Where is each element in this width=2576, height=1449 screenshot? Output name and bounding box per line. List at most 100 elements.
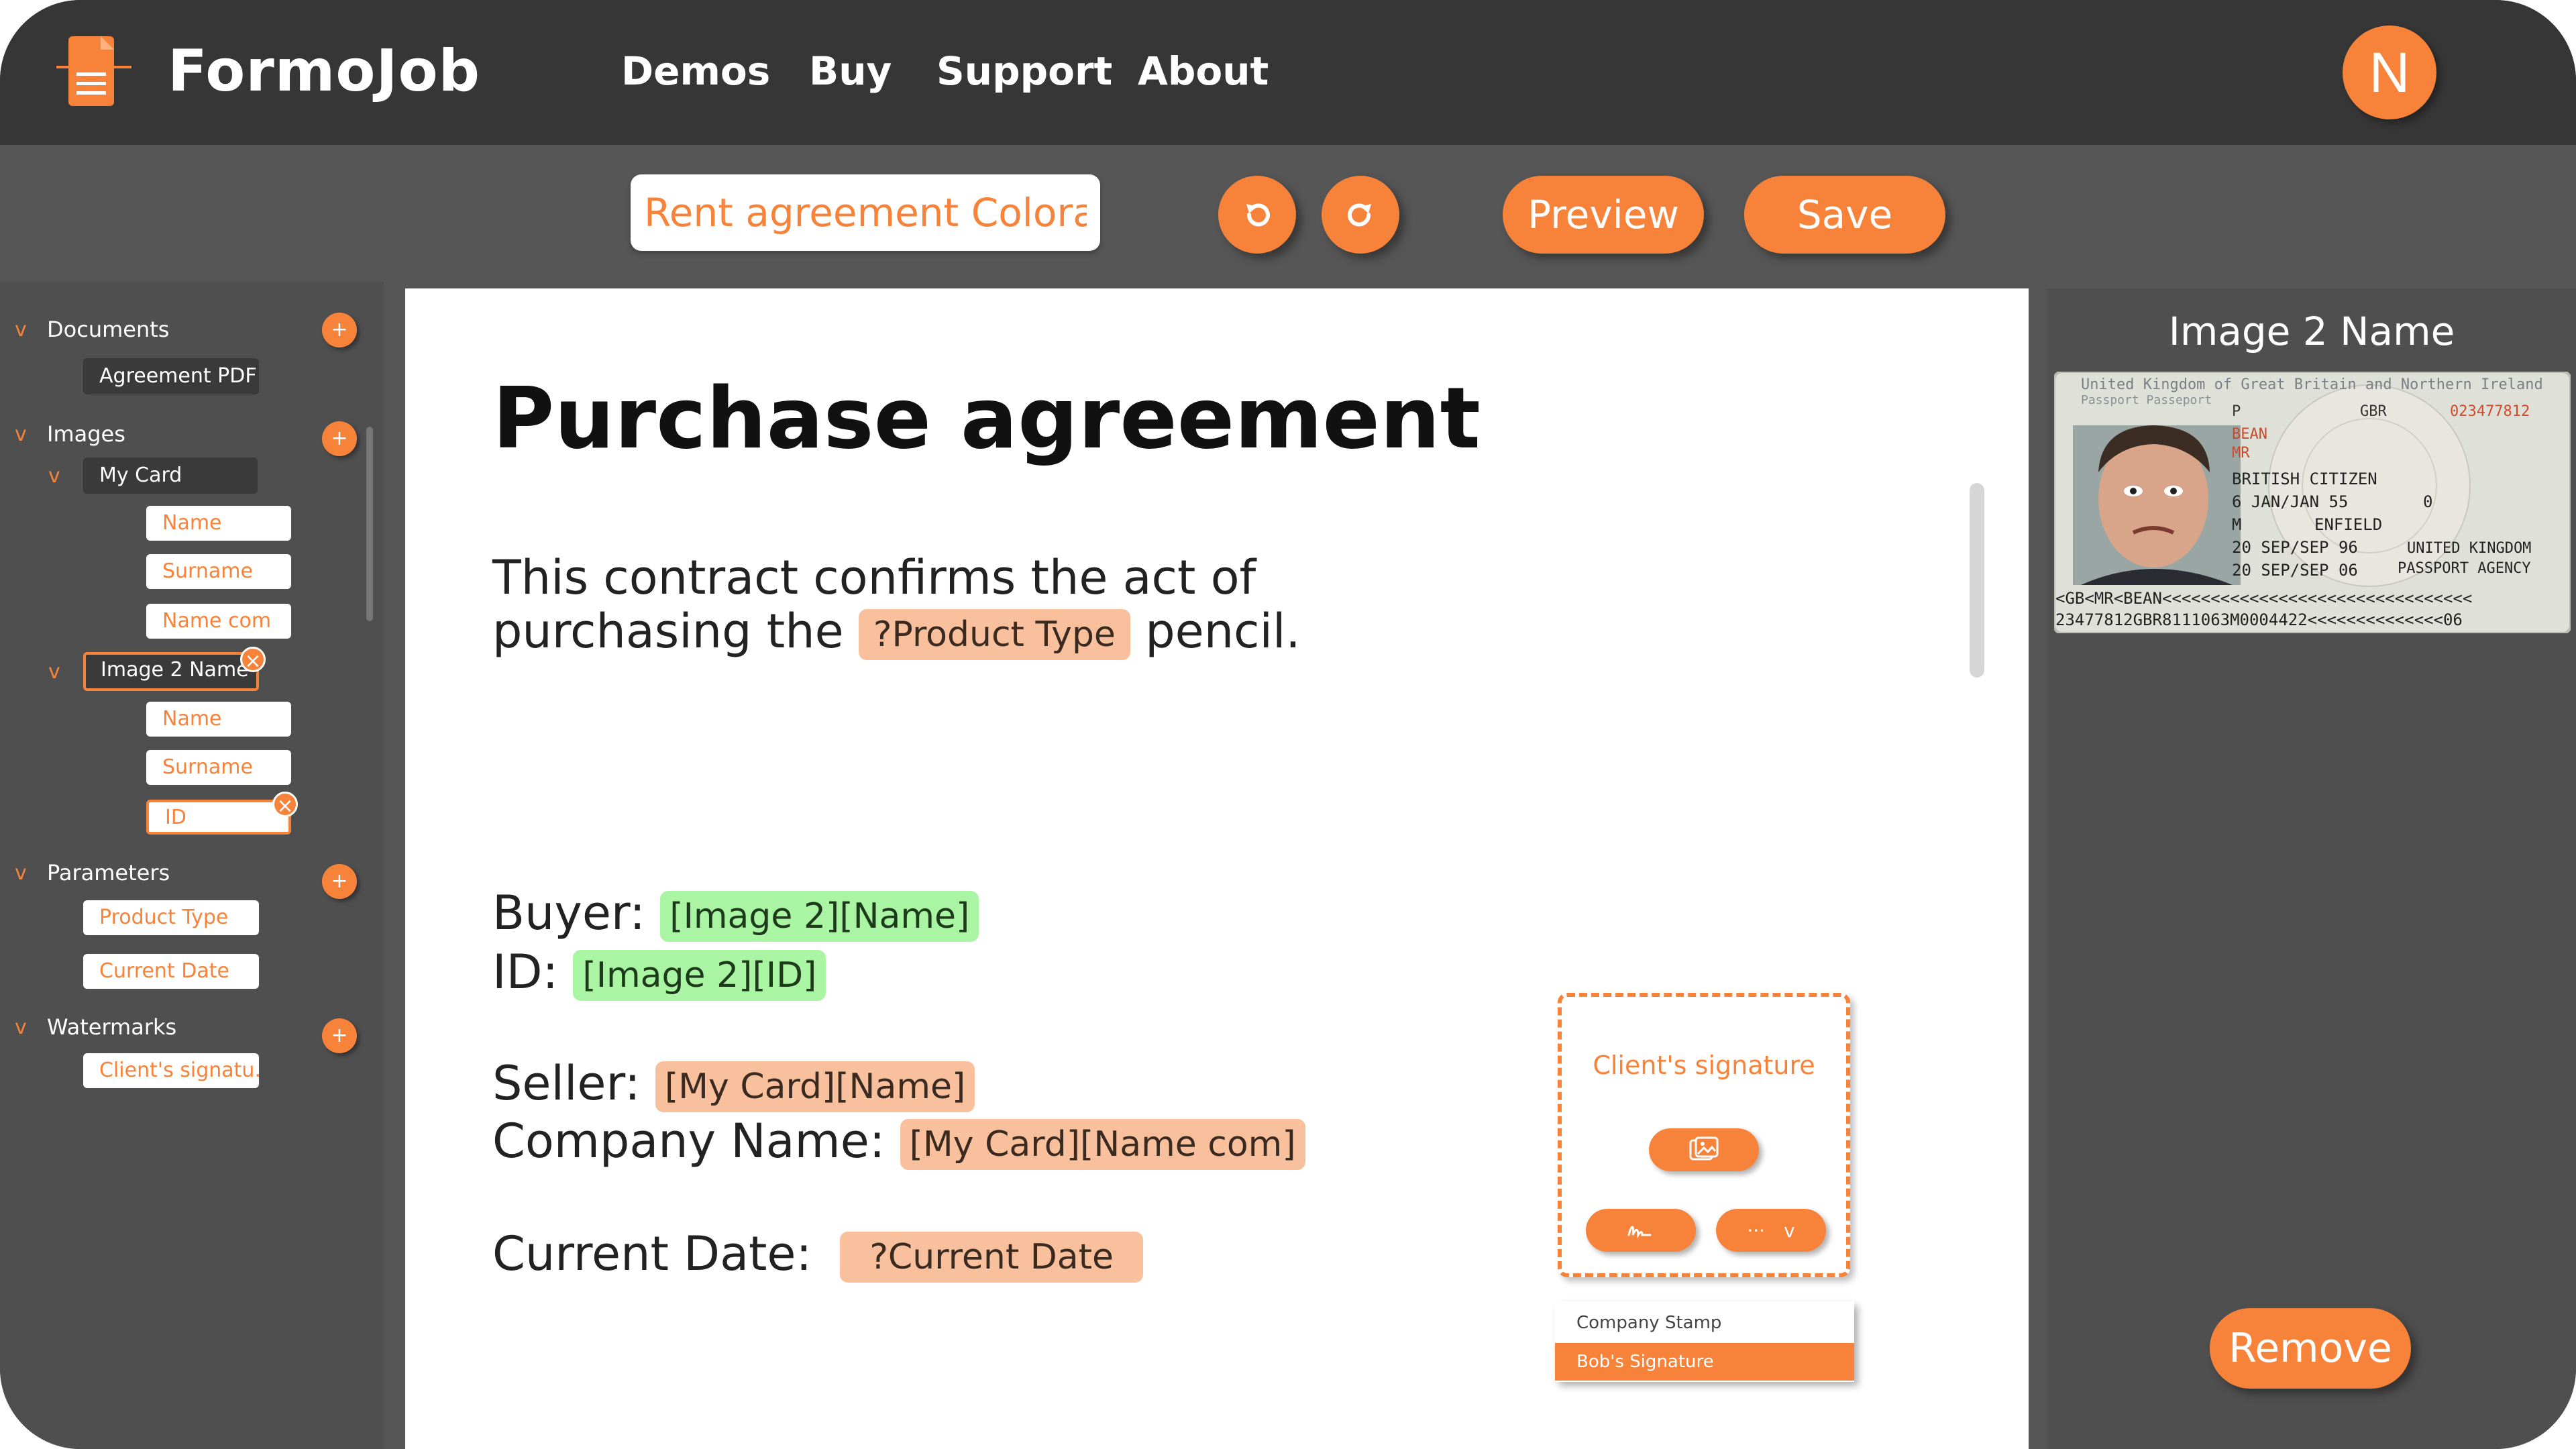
remove-field-close-icon[interactable]: × xyxy=(272,792,298,818)
passport-number: 023477812 xyxy=(2450,403,2530,420)
passport-title: MR xyxy=(2232,445,2250,462)
buyer-line: Buyer: [Image 2][Name] xyxy=(492,885,979,942)
seller-line: Seller: [My Card][Name] xyxy=(492,1056,975,1112)
signature-more-dropdown[interactable]: ··· v xyxy=(1716,1209,1826,1252)
brand-name[interactable]: FormoJob xyxy=(168,38,480,105)
passport-sex: M xyxy=(2232,515,2241,534)
parameter-product-type[interactable]: Product Type xyxy=(83,900,259,935)
current-date-tag[interactable]: ?Current Date xyxy=(840,1231,1144,1283)
intro-line-1: This contract confirms the act of xyxy=(492,550,1256,605)
intro-line-2-suffix: pencil. xyxy=(1145,604,1301,659)
nav-support[interactable]: Support xyxy=(936,48,1112,94)
image-group-my-card[interactable]: My Card xyxy=(83,458,258,494)
nav-demos[interactable]: Demos xyxy=(621,48,770,94)
watermark-clients-signature[interactable]: Client's signatu... xyxy=(83,1053,259,1088)
passport-issue: 20 SEP/SEP 96 xyxy=(2232,538,2358,557)
right-panel: Image 2 Name United Kingdom of Great Bri… xyxy=(2047,288,2576,1449)
date-label: Current Date: xyxy=(492,1226,812,1281)
chevron-down-icon: v xyxy=(1784,1219,1795,1242)
my-card-chevron-icon[interactable]: v xyxy=(48,464,60,488)
redo-button[interactable] xyxy=(1322,176,1399,254)
passport-mrz-2: 23477812GBR8111063M0004422<<<<<<<<<<<<<<… xyxy=(2055,610,2463,629)
watermarks-section-label[interactable]: Watermarks xyxy=(47,1014,176,1040)
save-button[interactable]: Save xyxy=(1744,176,1945,254)
passport-sub: Passport Passeport xyxy=(2081,393,2212,407)
sidebar-scrollbar[interactable] xyxy=(366,427,373,621)
images-chevron-icon[interactable]: v xyxy=(15,423,27,446)
passport-dob: 6 JAN/JAN 55 xyxy=(2232,492,2348,511)
more-label: ··· xyxy=(1747,1219,1766,1242)
documents-section-label[interactable]: Documents xyxy=(47,317,169,342)
parameter-current-date[interactable]: Current Date xyxy=(83,954,259,989)
add-image-button[interactable]: + xyxy=(322,421,357,456)
intro-line-2: purchasing the ?Product Type pencil. xyxy=(492,604,1301,660)
document-canvas: Purchase agreement This contract confirm… xyxy=(405,288,2029,1449)
passport-header: United Kingdom of Great Britain and Nort… xyxy=(2081,376,2543,393)
passport-sex-code: 0 xyxy=(2423,492,2432,511)
seller-label: Seller: xyxy=(492,1056,641,1111)
passport-mrz-1: <GB<MR<BEAN<<<<<<<<<<<<<<<<<<<<<<<<<<<<<… xyxy=(2055,589,2472,608)
passport-type: P xyxy=(2232,403,2241,420)
intro-line-2-prefix: purchasing the xyxy=(492,604,844,659)
buyer-label: Buyer: xyxy=(492,885,646,941)
signature-box[interactable]: Client's signature ··· v xyxy=(1558,993,1850,1277)
passport-nationality: BRITISH CITIZEN xyxy=(2232,470,2377,488)
passport-country: GBR xyxy=(2360,403,2387,420)
remove-image-group-close-icon[interactable]: × xyxy=(240,647,266,673)
field-chip-name[interactable]: Name xyxy=(146,506,291,541)
add-watermark-button[interactable]: + xyxy=(322,1018,357,1053)
passport-image[interactable]: United Kingdom of Great Britain and Nort… xyxy=(2054,372,2571,633)
document-title: Purchase agreement xyxy=(492,369,1481,468)
images-section-label[interactable]: Images xyxy=(47,421,125,447)
buyer-tag[interactable]: [Image 2][Name] xyxy=(660,890,979,942)
field-chip-surname-2[interactable]: Surname xyxy=(146,750,291,785)
signature-image-button[interactable] xyxy=(1649,1128,1759,1171)
image-icon xyxy=(1689,1136,1719,1161)
image-group-image-2[interactable]: Image 2 Name ... xyxy=(83,652,259,691)
menu-item-company-stamp[interactable]: Company Stamp xyxy=(1555,1304,1854,1342)
company-tag[interactable]: [My Card][Name com] xyxy=(900,1118,1305,1170)
sidebar: v Documents + Agreement PDF v Images + v… xyxy=(0,282,384,1449)
passport-expiry: 20 SEP/SEP 06 xyxy=(2232,561,2358,580)
menu-item-bobs-signature[interactable]: Bob's Signature xyxy=(1555,1343,1854,1381)
image-panel-title: Image 2 Name xyxy=(2168,309,2455,354)
redo-icon xyxy=(1348,203,1371,227)
watermarks-chevron-icon[interactable]: v xyxy=(15,1016,27,1039)
app-window: FormoJob Demos Buy Support About N Previ… xyxy=(0,0,2576,1449)
passport-authority-2: PASSPORT AGENCY xyxy=(2398,560,2531,577)
document-item-agreement-pdf[interactable]: Agreement PDF xyxy=(83,358,259,394)
date-line: Current Date: ?Current Date xyxy=(492,1226,1144,1283)
signature-icon xyxy=(1627,1226,1652,1238)
field-chip-surname[interactable]: Surname xyxy=(146,554,291,589)
add-parameter-button[interactable]: + xyxy=(322,864,357,899)
field-chip-name-com[interactable]: Name com xyxy=(146,604,291,639)
document-name-input[interactable] xyxy=(631,174,1100,251)
nav-buy[interactable]: Buy xyxy=(809,48,892,94)
parameters-chevron-icon[interactable]: v xyxy=(15,861,27,885)
id-tag[interactable]: [Image 2][ID] xyxy=(573,949,826,1001)
id-label: ID: xyxy=(492,945,559,1000)
product-type-tag[interactable]: ?Product Type xyxy=(858,608,1130,660)
signature-label: Client's signature xyxy=(1593,1051,1815,1080)
parameters-section-label[interactable]: Parameters xyxy=(47,860,170,885)
field-chip-id[interactable]: ID xyxy=(146,800,291,835)
add-document-button[interactable]: + xyxy=(322,313,357,347)
image2-chevron-icon[interactable]: v xyxy=(48,660,60,684)
top-bar: FormoJob Demos Buy Support About N xyxy=(0,0,2576,145)
passport-authority-1: UNITED KINGDOM xyxy=(2407,540,2531,557)
remove-button[interactable]: Remove xyxy=(2210,1308,2411,1389)
id-line: ID: [Image 2][ID] xyxy=(492,945,826,1001)
document-scrollbar[interactable] xyxy=(1970,483,1984,678)
signature-menu: Company Stamp Bob's Signature xyxy=(1555,1301,1854,1382)
signature-draw-button[interactable] xyxy=(1586,1209,1696,1252)
user-avatar[interactable]: N xyxy=(2343,25,2436,119)
documents-chevron-icon[interactable]: v xyxy=(15,318,27,341)
nav-about[interactable]: About xyxy=(1138,48,1269,94)
seller-tag[interactable]: [My Card][Name] xyxy=(655,1061,975,1112)
company-label: Company Name: xyxy=(492,1114,885,1169)
undo-icon xyxy=(1246,203,1270,227)
undo-button[interactable] xyxy=(1218,176,1296,254)
preview-button[interactable]: Preview xyxy=(1503,176,1704,254)
field-chip-name-2[interactable]: Name xyxy=(146,702,291,737)
document-logo-icon xyxy=(56,36,131,106)
